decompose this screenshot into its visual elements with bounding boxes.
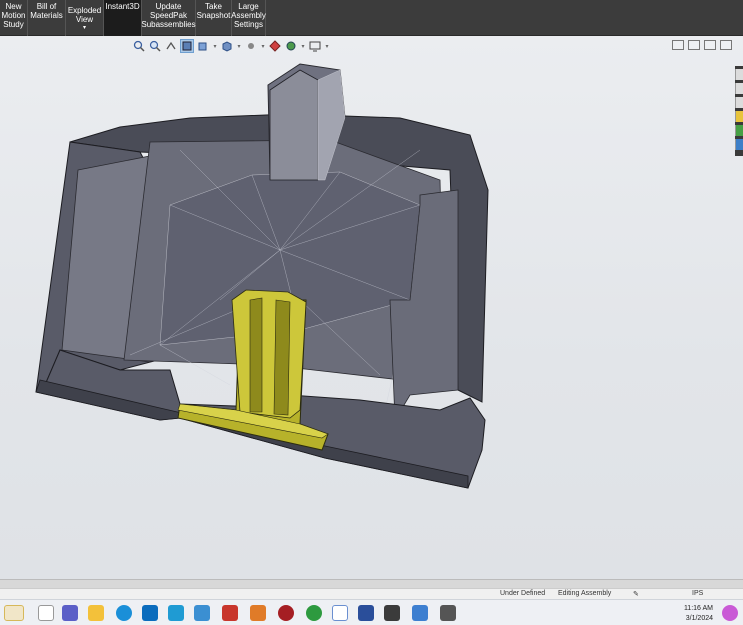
zoom-to-fit-icon[interactable] — [132, 39, 146, 53]
ribbon-label: New Motion Study — [1, 2, 26, 29]
new-motion-study-button[interactable]: New Motion Study — [0, 0, 28, 36]
tile-left-icon[interactable] — [672, 40, 684, 50]
properties-tab-icon[interactable] — [735, 139, 743, 150]
teams-icon[interactable] — [62, 605, 78, 621]
heads-up-view-toolbar: ▾ ▾ ▾ ▾ ▾ — [132, 38, 330, 54]
ribbon-label: Large Assembly Settings — [231, 2, 266, 29]
chevron-down-icon[interactable]: ▾ — [260, 43, 266, 50]
task-view-icon[interactable] — [38, 605, 54, 621]
minimize-icon[interactable] — [704, 40, 716, 50]
command-manager-ribbon: New Motion Study Bill of Materials Explo… — [0, 0, 743, 36]
motion-bar — [0, 579, 743, 588]
graphics-window-controls — [672, 40, 732, 50]
previous-view-icon[interactable] — [164, 39, 178, 53]
hide-show-icon[interactable] — [244, 39, 258, 53]
chevron-down-icon[interactable]: ▾ — [236, 43, 242, 50]
copilot-icon[interactable] — [722, 605, 738, 621]
section-view-model[interactable] — [0, 36, 743, 579]
section-view-icon[interactable] — [180, 39, 194, 53]
zoom-area-icon[interactable] — [148, 39, 162, 53]
resources-tab-icon[interactable] — [735, 83, 743, 94]
home-tab-icon[interactable] — [735, 69, 743, 80]
chevron-down-icon[interactable]: ▾ — [300, 43, 306, 50]
definition-status: Under Defined — [500, 590, 546, 597]
edit-appearance-icon[interactable] — [268, 39, 282, 53]
rebuild-icon[interactable]: ✎ — [633, 590, 639, 598]
widgets-icon[interactable] — [4, 605, 24, 621]
solidworks-active-icon[interactable] — [332, 605, 348, 621]
ribbon-label: Instant3D — [105, 2, 140, 11]
instant3d-button[interactable]: Instant3D — [104, 0, 142, 36]
chrome-icon[interactable] — [306, 605, 322, 621]
app-icon[interactable] — [194, 605, 210, 621]
edit-mode-status: Editing Assembly — [558, 590, 612, 597]
app-icon[interactable] — [168, 605, 184, 621]
large-assembly-settings-button[interactable]: Large Assembly Settings — [231, 0, 266, 36]
app-icon[interactable] — [358, 605, 374, 621]
ribbon-label: Take Snapshot — [196, 2, 231, 20]
ribbon-label: Exploded View — [67, 5, 102, 24]
display-style-icon[interactable] — [220, 39, 234, 53]
bill-of-materials-button[interactable]: Bill of Materials — [28, 0, 66, 36]
windows-taskbar: 11:16 AM 3/1/2024 — [0, 599, 743, 625]
apply-scene-icon[interactable] — [284, 39, 298, 53]
view-settings-icon[interactable] — [308, 39, 322, 53]
clock-date: 3/1/2024 — [685, 615, 713, 622]
appearances-tab-icon[interactable] — [735, 125, 743, 136]
app-icon[interactable] — [250, 605, 266, 621]
tile-right-icon[interactable] — [688, 40, 700, 50]
store-icon[interactable] — [142, 605, 158, 621]
status-bar: Under Defined Editing Assembly ✎ IPS — [0, 588, 743, 599]
library-tab-icon[interactable] — [735, 97, 743, 108]
file-explorer-tab-icon[interactable] — [735, 111, 743, 122]
task-pane-tabs — [735, 66, 743, 156]
file-explorer-icon[interactable] — [88, 605, 104, 621]
clock-time: 11:16 AM — [683, 605, 713, 612]
chevron-down-icon[interactable]: ▾ — [324, 43, 330, 50]
ribbon-label: Bill of Materials — [30, 2, 63, 20]
solidworks-2022-icon[interactable] — [222, 605, 238, 621]
exploded-view-button[interactable]: Exploded View ▾ — [66, 0, 104, 36]
restore-icon[interactable] — [720, 40, 732, 50]
view-orientation-icon[interactable] — [196, 39, 210, 53]
calculator-icon[interactable] — [440, 605, 456, 621]
update-speedpak-button[interactable]: Update SpeedPak Subassemblies — [141, 0, 196, 36]
app-icon[interactable] — [278, 605, 294, 621]
system-clock[interactable]: 11:16 AM 3/1/2024 — [684, 604, 713, 624]
chevron-down-icon[interactable]: ▾ — [83, 24, 86, 33]
ribbon-label: Update SpeedPak Subassemblies — [141, 2, 196, 29]
app-icon[interactable] — [412, 605, 428, 621]
edge-icon[interactable] — [116, 605, 132, 621]
chevron-down-icon[interactable]: ▾ — [212, 43, 218, 50]
take-snapshot-button[interactable]: Take Snapshot — [196, 0, 232, 36]
app-icon[interactable] — [384, 605, 400, 621]
units-status[interactable]: IPS — [692, 590, 703, 597]
